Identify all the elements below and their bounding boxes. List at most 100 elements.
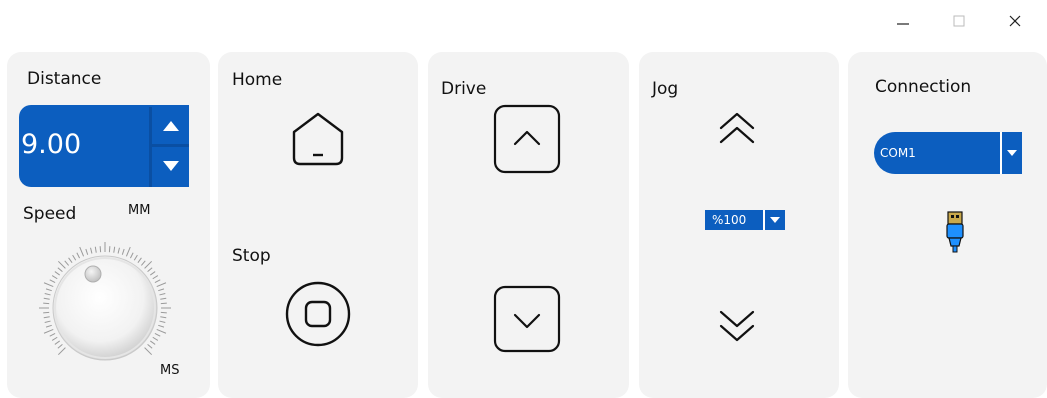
minimize-button[interactable] bbox=[875, 10, 931, 32]
triangle-down-icon bbox=[163, 161, 179, 171]
knob-tick bbox=[57, 343, 63, 349]
knob-tick bbox=[156, 282, 167, 288]
connection-label: Connection bbox=[875, 77, 972, 97]
knob-tick bbox=[140, 260, 146, 266]
knob-tick bbox=[133, 254, 138, 261]
knob-tick bbox=[125, 246, 131, 257]
distance-increment-button[interactable] bbox=[153, 107, 189, 145]
knob-tick bbox=[150, 271, 156, 276]
home-stop-panel: Home Stop bbox=[218, 52, 418, 398]
knob-tick bbox=[137, 257, 142, 263]
knob-tick bbox=[72, 254, 77, 261]
knob-tick bbox=[94, 246, 97, 253]
knob-tick bbox=[43, 282, 54, 288]
usb-status bbox=[943, 210, 967, 254]
knob-tick bbox=[147, 267, 153, 273]
distance-spinbox[interactable]: 9.00 bbox=[19, 105, 189, 187]
knob-tick bbox=[51, 336, 58, 341]
usb-plug-icon bbox=[946, 211, 964, 253]
knob-tick bbox=[76, 252, 81, 259]
home-button[interactable] bbox=[288, 108, 348, 168]
speed-knob-icon bbox=[39, 242, 171, 361]
jog-panel: Jog %100 bbox=[639, 52, 839, 398]
knob-tick bbox=[85, 248, 89, 255]
close-icon bbox=[1009, 15, 1021, 27]
knob-tick bbox=[57, 347, 66, 356]
knob-tick bbox=[90, 247, 93, 254]
knob-tick bbox=[44, 320, 51, 323]
knob-tick bbox=[152, 275, 159, 280]
jog-label: Jog bbox=[652, 79, 679, 99]
knob-tick bbox=[144, 347, 153, 356]
triangle-down-icon bbox=[1000, 132, 1022, 174]
speed-unit-label: MS bbox=[160, 363, 180, 378]
maximize-icon bbox=[953, 15, 965, 27]
knob-tick bbox=[129, 252, 134, 259]
knob-tick bbox=[152, 336, 159, 341]
home-icon bbox=[292, 112, 344, 166]
knob-tick bbox=[43, 316, 50, 319]
knob-tick bbox=[54, 340, 60, 345]
drive-up-button[interactable] bbox=[493, 104, 561, 174]
knob-tick bbox=[154, 279, 161, 284]
knob-tick bbox=[160, 297, 167, 300]
jog-speed-dropdown[interactable]: %100 bbox=[705, 210, 785, 230]
knob-tick bbox=[64, 260, 70, 266]
knob-tick bbox=[43, 328, 54, 334]
minimize-icon bbox=[897, 23, 909, 25]
knob-tick bbox=[150, 340, 156, 345]
com-port-value: COM1 bbox=[880, 146, 916, 160]
stop-label: Stop bbox=[232, 246, 271, 266]
triangle-up-icon bbox=[163, 121, 179, 131]
chevron-down-icon bbox=[493, 285, 561, 353]
knob-tick bbox=[51, 275, 58, 280]
home-label: Home bbox=[232, 70, 283, 90]
knob-tick bbox=[144, 260, 153, 269]
knob-tick bbox=[68, 257, 73, 263]
knob-tick bbox=[159, 320, 166, 323]
drive-label: Drive bbox=[441, 79, 487, 99]
stop-button[interactable] bbox=[284, 280, 352, 348]
knob-tick bbox=[57, 267, 63, 273]
speed-label: Speed bbox=[23, 204, 77, 224]
triangle-down-icon bbox=[763, 210, 785, 230]
knob-tick bbox=[79, 246, 85, 257]
jog-up-button[interactable] bbox=[717, 108, 757, 148]
knob-tick bbox=[154, 332, 161, 337]
knob-tick bbox=[156, 328, 167, 334]
chevron-up-icon bbox=[493, 104, 561, 174]
close-button[interactable] bbox=[987, 10, 1043, 32]
maximize-button[interactable] bbox=[931, 10, 987, 32]
distance-label: Distance bbox=[27, 69, 102, 89]
knob-tick bbox=[117, 247, 120, 254]
knob-tick bbox=[45, 324, 52, 328]
speed-knob[interactable] bbox=[35, 236, 175, 376]
drive-panel: Drive bbox=[428, 52, 629, 398]
window-controls bbox=[875, 10, 1043, 32]
spinbox-divider bbox=[149, 107, 152, 187]
knob-tick bbox=[44, 293, 51, 296]
knob-tick bbox=[121, 248, 125, 255]
knob-tick bbox=[43, 297, 50, 300]
knob-tick bbox=[45, 288, 52, 292]
com-port-dropdown[interactable]: COM1 bbox=[874, 132, 1022, 174]
distance-value[interactable]: 9.00 bbox=[21, 129, 81, 160]
knob-tick bbox=[49, 279, 56, 284]
knob-tick bbox=[158, 288, 165, 292]
knob-tick bbox=[113, 246, 116, 253]
knob-tick bbox=[158, 324, 165, 328]
jog-down-button[interactable] bbox=[717, 306, 757, 346]
double-chevron-up-icon bbox=[719, 112, 755, 144]
drive-down-button[interactable] bbox=[493, 285, 561, 353]
knob-tick bbox=[159, 293, 166, 296]
knob-tick bbox=[160, 316, 167, 319]
knob-tick bbox=[54, 271, 60, 276]
knob-tick bbox=[49, 332, 56, 337]
jog-speed-value: %100 bbox=[712, 213, 747, 227]
distance-speed-panel: Distance 9.00 MM Speed MS bbox=[7, 52, 210, 398]
distance-unit-label: MM bbox=[128, 203, 151, 218]
knob-tick bbox=[147, 343, 153, 349]
distance-decrement-button[interactable] bbox=[153, 147, 189, 185]
knob-tick bbox=[57, 260, 66, 269]
double-chevron-down-icon bbox=[719, 310, 755, 342]
